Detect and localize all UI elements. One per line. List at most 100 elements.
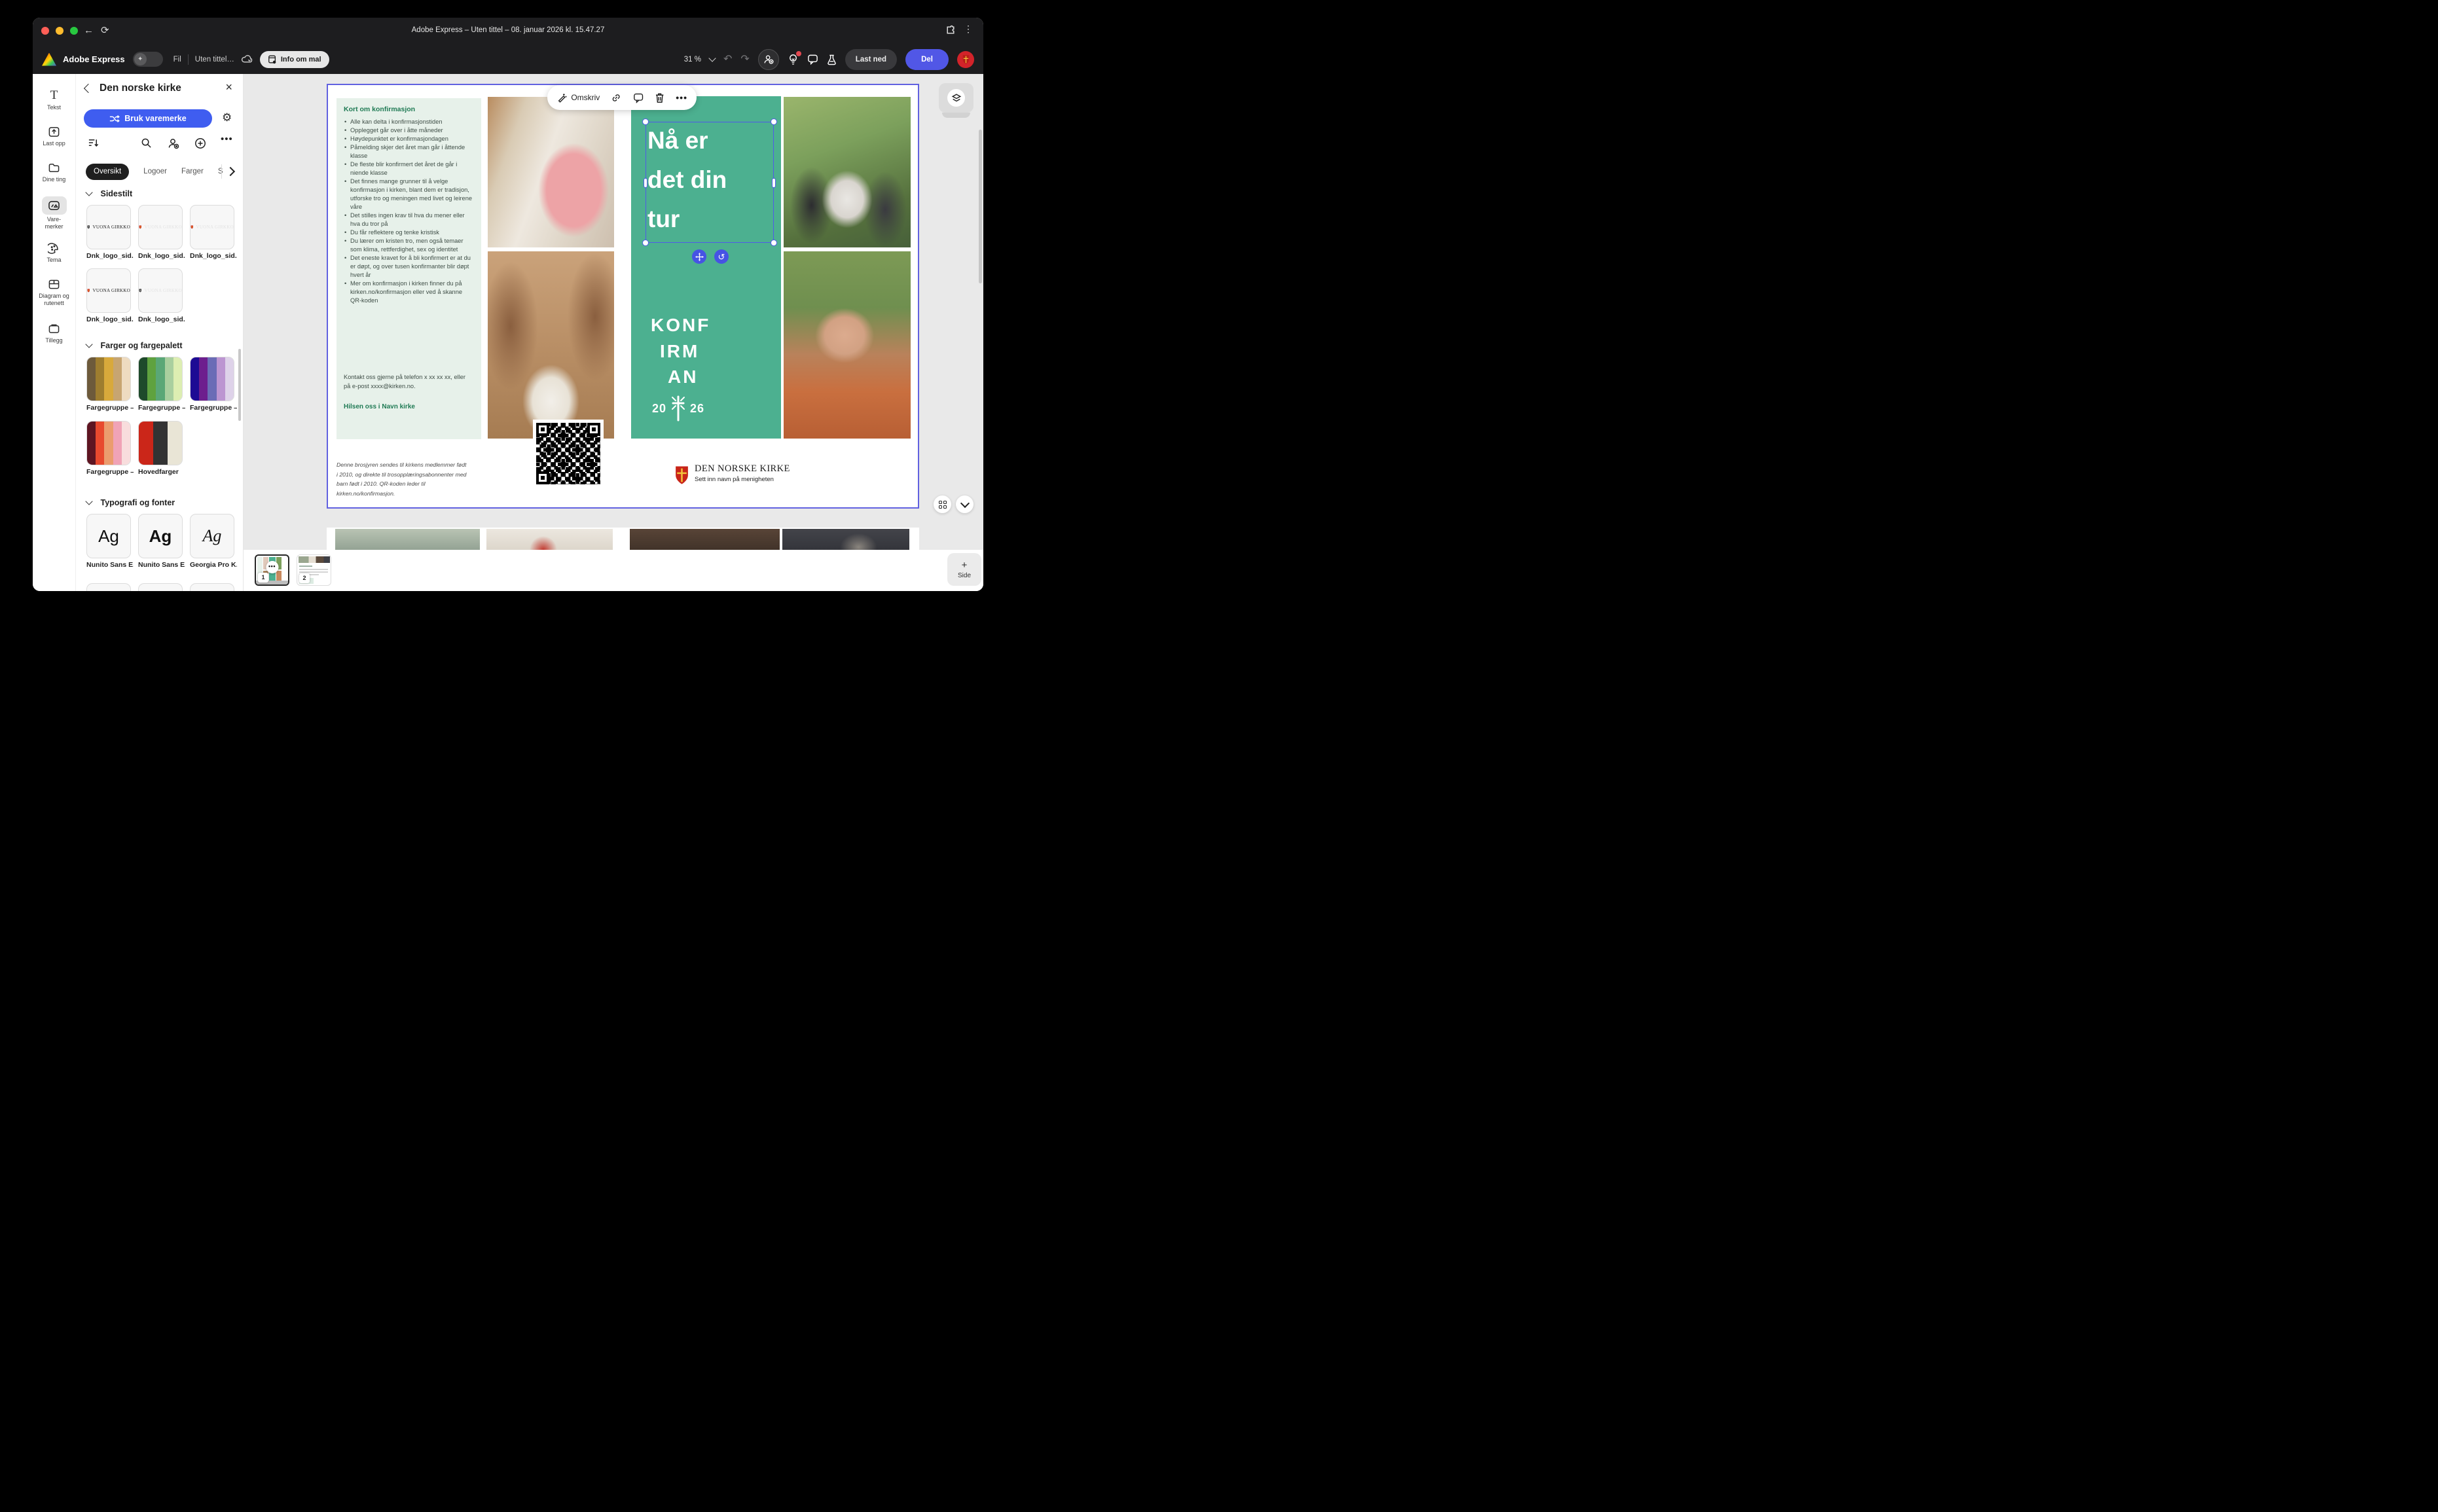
invite-people-button[interactable] (758, 49, 779, 70)
menu-fil[interactable]: Fil (173, 56, 181, 63)
color-palette-card[interactable] (86, 421, 131, 465)
photo-smiling-girl[interactable] (784, 251, 911, 439)
rewrite-wand-icon[interactable] (556, 92, 567, 103)
tab-farger[interactable]: Farger (181, 168, 204, 175)
rail-item-varemerker[interactable]: Vare-merker (33, 196, 75, 230)
panel-back-icon[interactable] (84, 84, 93, 93)
search-icon[interactable] (141, 137, 152, 149)
beta-flask-icon[interactable] (827, 54, 837, 65)
artboard-page-2[interactable] (327, 528, 919, 550)
ideas-button[interactable] (788, 53, 799, 65)
info-om-mal-button[interactable]: Info om mal (260, 51, 329, 68)
add-collaborator-icon[interactable] (168, 137, 179, 149)
download-button[interactable]: Last ned (845, 49, 897, 70)
font-card[interactable]: Ag (190, 514, 234, 558)
brochure-text-panel[interactable]: Kort om konfirmasjon Alle kan delta i ko… (337, 98, 481, 439)
brand-settings-gear-icon[interactable]: ⚙ (222, 111, 232, 124)
account-avatar[interactable] (957, 51, 974, 68)
extensions-icon[interactable] (945, 25, 956, 35)
redo-icon[interactable]: ↷ (740, 54, 749, 65)
section-typografi[interactable]: Typografi og fonter (86, 498, 175, 507)
document-name[interactable]: Uten tittel… (195, 56, 234, 63)
rail-item-dine-ting[interactable]: Dine ting (33, 160, 75, 183)
browser-menu-icon[interactable]: ⋮ (964, 24, 973, 35)
left-rail: T Tekst Last opp Dine ting (33, 74, 75, 591)
logo-card[interactable]: VUONA GIRKKO (138, 205, 183, 249)
logo-card[interactable]: VUONA GIRKKO (138, 268, 183, 313)
layers-card-lip (942, 113, 970, 118)
resize-handle-sw[interactable] (642, 240, 649, 246)
palette-stripe (165, 357, 173, 401)
sort-icon[interactable] (88, 137, 99, 149)
logo-card[interactable]: VUONA GIRKKO (86, 268, 131, 313)
resize-handle-e[interactable] (772, 178, 776, 188)
add-page-button[interactable]: + Side (947, 553, 981, 586)
rail-item-diagram[interactable]: Diagram og rutenett (33, 277, 75, 306)
rail-item-last-opp[interactable]: Last opp (33, 124, 75, 147)
photo-church-procession[interactable] (488, 251, 614, 439)
assistant-toggle[interactable]: ✦ (133, 52, 163, 67)
page-2-thumbnail[interactable]: 2 (297, 554, 331, 586)
move-handle[interactable] (692, 249, 706, 264)
qr-code[interactable] (533, 420, 604, 488)
share-button[interactable]: Del (905, 49, 949, 70)
photo-bunad-family[interactable] (784, 97, 911, 247)
font-card[interactable]: Ag (138, 514, 183, 558)
resize-handle-ne[interactable] (771, 118, 777, 125)
resize-handle-w[interactable] (644, 178, 647, 188)
add-circle-icon[interactable] (194, 137, 206, 149)
font-card[interactable] (86, 583, 131, 591)
font-card[interactable] (190, 583, 234, 591)
selection-box[interactable] (646, 122, 774, 243)
color-palette-card[interactable] (190, 357, 234, 401)
page-number-badge: 1 (258, 573, 268, 583)
logo-card[interactable]: VUONA GIRKKO (190, 205, 234, 249)
canvas-area[interactable]: Kort om konfirmasjon Alle kan delta i ko… (244, 74, 983, 550)
rail-item-tema[interactable]: Tema (33, 241, 75, 264)
color-palette-card[interactable] (138, 357, 183, 401)
grid-view-button[interactable] (934, 495, 951, 513)
section-sidestilt[interactable]: Sidestilt (86, 189, 132, 198)
cloud-sync-icon (241, 54, 253, 64)
photo (486, 529, 613, 550)
color-palette-card[interactable] (86, 357, 131, 401)
rewrite-label[interactable]: Omskriv (571, 93, 600, 102)
more-options-icon[interactable]: ••• (676, 92, 687, 103)
rail-item-tekst[interactable]: T Tekst (33, 88, 75, 111)
font-card[interactable]: Ag (86, 514, 131, 558)
delete-icon[interactable] (655, 92, 664, 103)
rail-item-tillegg[interactable]: Tillegg (33, 321, 75, 344)
palette-stripe (87, 422, 96, 465)
panel-close-icon[interactable]: × (225, 81, 232, 94)
rotate-handle[interactable]: ↺ (714, 249, 729, 264)
tabs-scroll-right-icon[interactable] (226, 167, 235, 176)
tab-oversikt[interactable]: Oversikt (86, 164, 129, 180)
section-farger[interactable]: Farger og fargepalett (86, 341, 183, 350)
zoom-level[interactable]: 31 % (684, 56, 701, 63)
adobe-express-logo[interactable] (42, 53, 56, 66)
comments-button[interactable] (807, 54, 818, 65)
tab-logoer[interactable]: Logoer (143, 168, 167, 175)
collapse-chevron-button[interactable] (956, 495, 973, 513)
thumbnail-menu-icon[interactable]: ••• (266, 561, 278, 573)
panel-scrollbar[interactable] (238, 349, 241, 421)
comment-icon[interactable] (633, 92, 644, 103)
tab-partial[interactable]: S (218, 168, 223, 175)
resize-handle-se[interactable] (771, 240, 777, 246)
zoom-chevron-down-icon[interactable] (708, 54, 716, 62)
resize-handle-nw[interactable] (642, 118, 649, 125)
color-palette-card[interactable] (138, 421, 183, 465)
link-icon[interactable] (611, 92, 621, 103)
photo-youth-group[interactable] (488, 97, 614, 247)
panel-more-icon[interactable]: ••• (221, 134, 233, 145)
font-card[interactable] (138, 583, 183, 591)
undo-icon[interactable]: ↶ (723, 54, 732, 65)
logo-card-label: Dnk_logo_sid... (138, 315, 185, 323)
shuffle-icon (109, 115, 120, 123)
use-brand-button[interactable]: Bruk varemerke (84, 109, 212, 128)
page-1-thumbnail[interactable]: ••• 1 (255, 554, 289, 586)
canvas-scrollbar[interactable] (979, 130, 982, 283)
artboard-page-1[interactable]: Kort om konfirmasjon Alle kan delta i ko… (327, 84, 919, 509)
layers-card[interactable] (939, 83, 973, 113)
logo-card[interactable]: VUONA GIRKKO (86, 205, 131, 249)
